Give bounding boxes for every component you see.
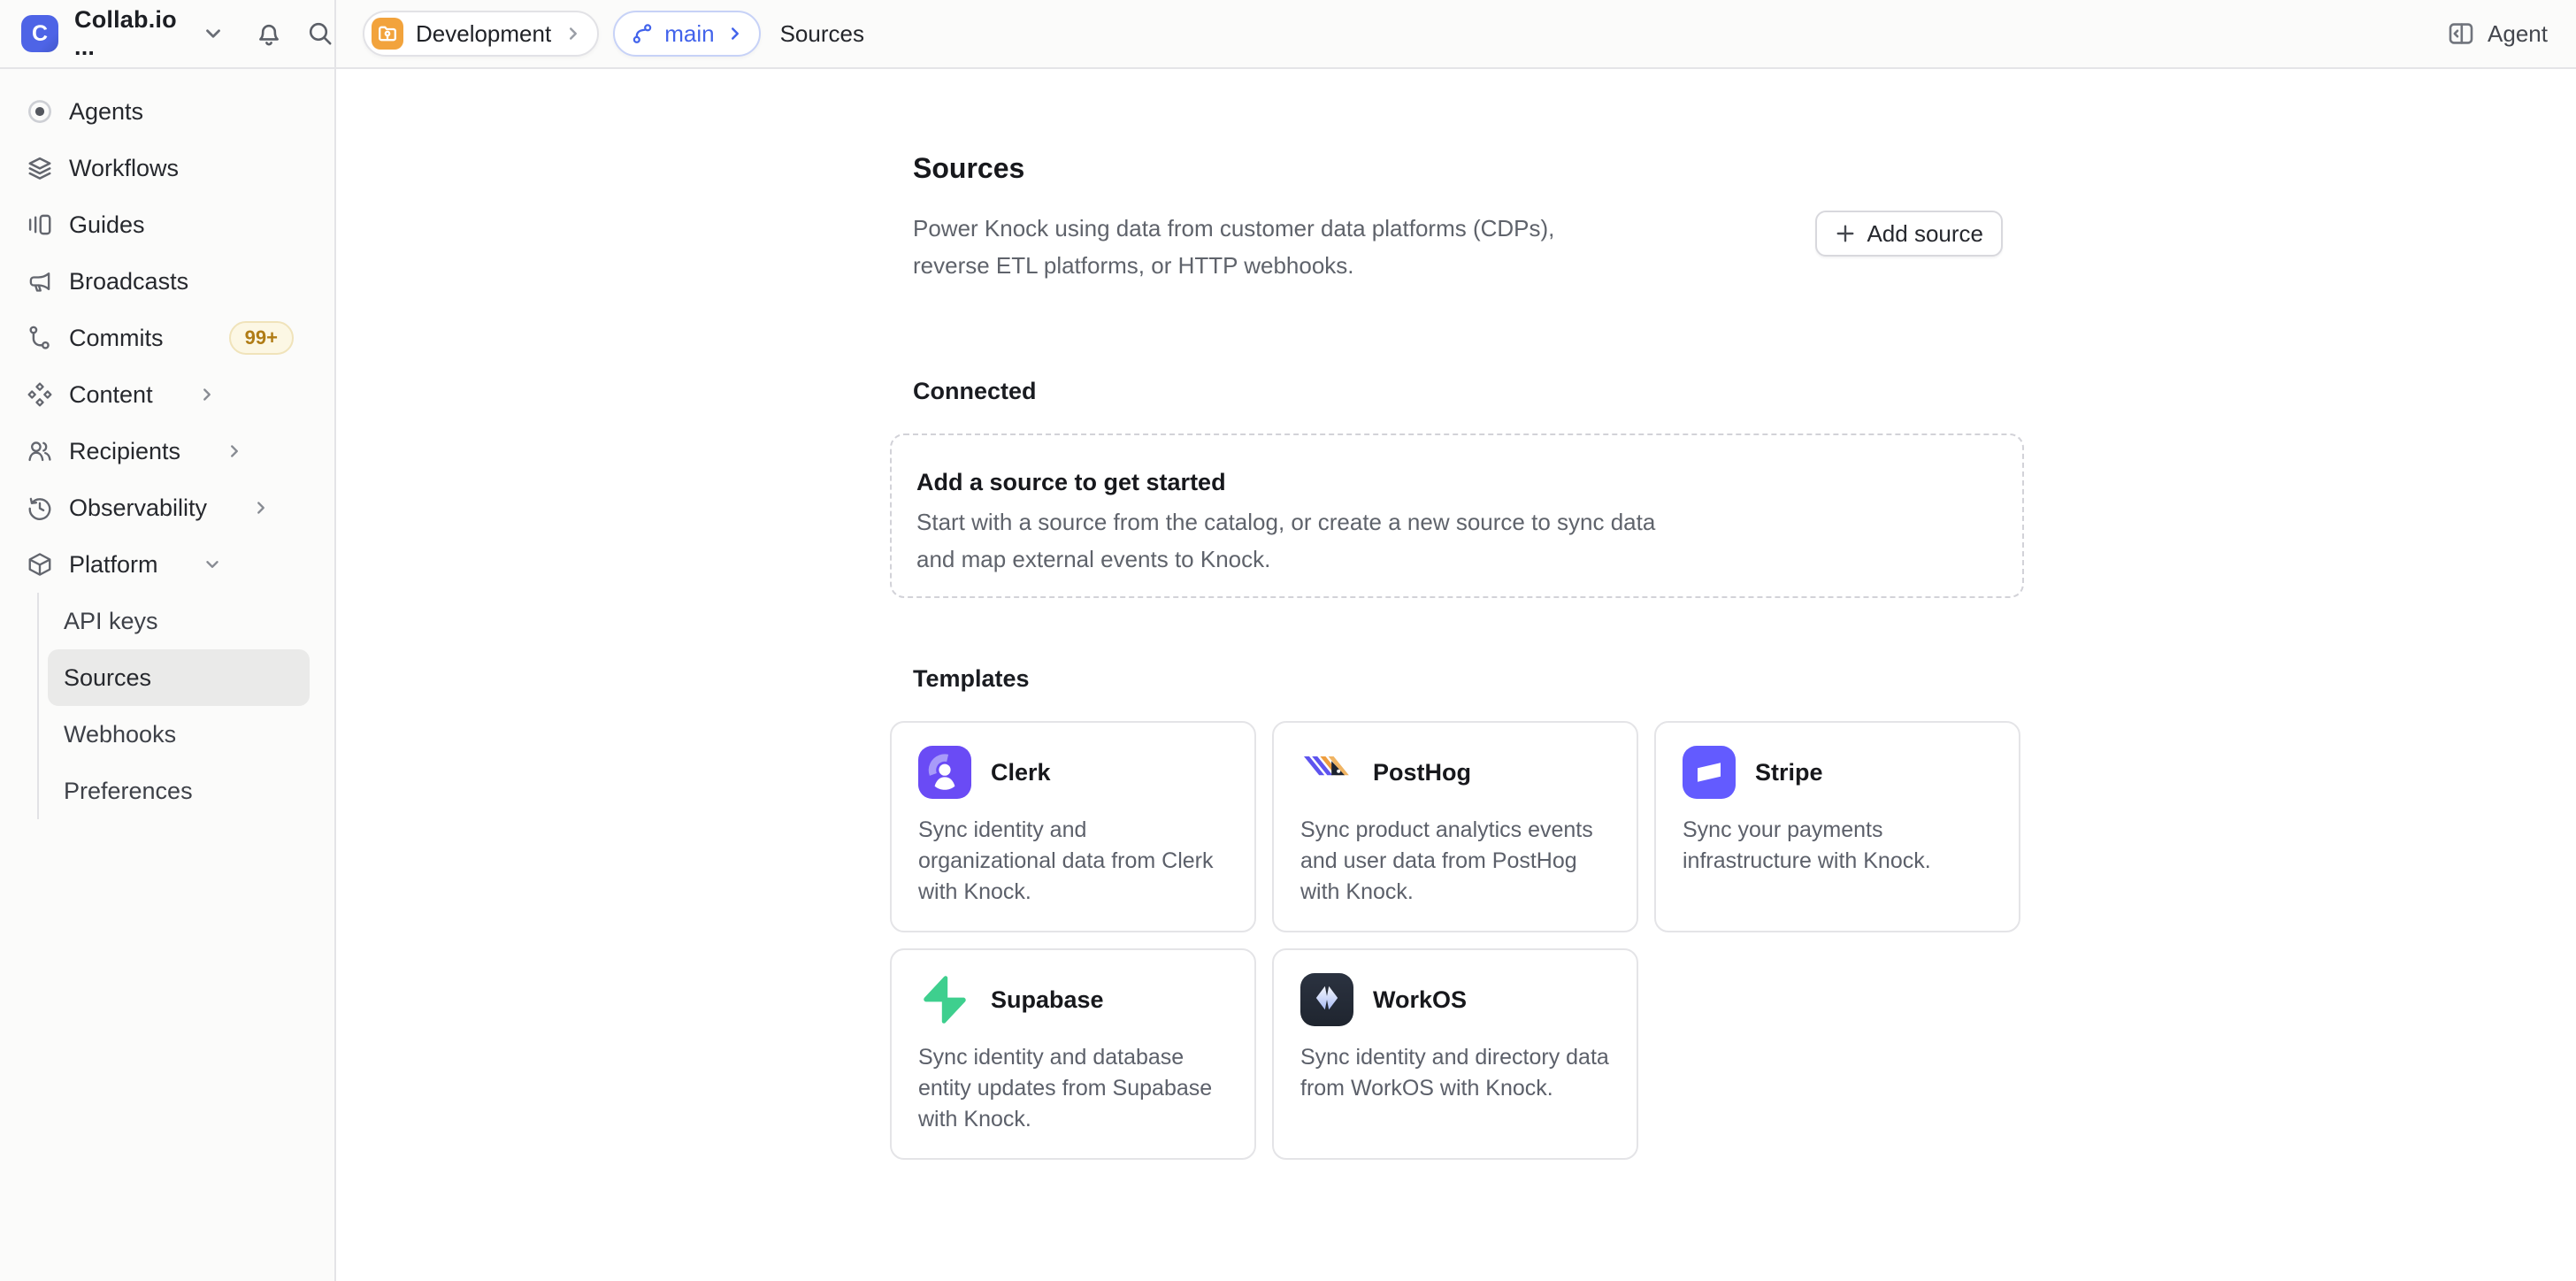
stripe-logo-icon xyxy=(1683,746,1736,799)
chevron-right-icon xyxy=(225,441,244,461)
sidebar-item-workflows[interactable]: Workflows xyxy=(14,140,320,196)
top-bar: Development main Sources Agent xyxy=(336,0,2576,69)
git-branch-icon xyxy=(631,22,654,45)
sidebar-item-content[interactable]: Content xyxy=(14,366,320,423)
template-card-clerk[interactable]: Clerk Sync identity and organizational d… xyxy=(890,721,1256,932)
connected-section-label: Connected xyxy=(890,378,2576,405)
plus-icon xyxy=(1835,223,1856,244)
megaphone-icon xyxy=(27,268,53,295)
sidebar-item-agents[interactable]: Agents xyxy=(14,83,320,140)
environment-switcher[interactable]: Development xyxy=(363,11,599,57)
posthog-logo-icon xyxy=(1300,746,1353,799)
card-title: Stripe xyxy=(1755,759,1823,786)
content-diamonds-icon xyxy=(27,381,53,408)
notifications-bell-icon[interactable] xyxy=(255,19,283,48)
clerk-logo-icon xyxy=(918,746,971,799)
agents-icon xyxy=(27,98,53,125)
workspace-logo: C xyxy=(21,15,58,52)
chevron-right-icon xyxy=(564,24,583,43)
environment-folder-icon xyxy=(372,18,403,50)
card-description: Sync identity and directory data from Wo… xyxy=(1300,1042,1610,1104)
panel-left-icon xyxy=(2447,19,2475,48)
template-card-supabase[interactable]: Supabase Sync identity and database enti… xyxy=(890,948,1256,1160)
main-panel: Sources Power Knock using data from cust… xyxy=(336,69,2576,1281)
guides-icon xyxy=(27,211,53,238)
workos-logo-icon xyxy=(1300,973,1353,1026)
agent-label: Agent xyxy=(2488,20,2548,48)
platform-subnav: API keys Sources Webhooks Preferences xyxy=(37,593,320,819)
chevron-right-icon xyxy=(725,24,745,43)
chevron-down-icon xyxy=(203,555,222,574)
connected-section: Connected Add a source to get started St… xyxy=(890,378,2576,598)
add-source-label: Add source xyxy=(1867,220,1983,248)
environment-name: Development xyxy=(416,20,551,48)
sidebar-item-api-keys[interactable]: API keys xyxy=(48,593,310,649)
card-title: WorkOS xyxy=(1373,986,1467,1014)
breadcrumb-page: Sources xyxy=(780,20,864,48)
empty-state-description: Start with a source from the catalog, or… xyxy=(916,503,1681,578)
app-window: C Collab.io ... Development main xyxy=(0,0,2576,1281)
branch-name: main xyxy=(664,20,714,48)
workspace-header: C Collab.io ... xyxy=(0,0,336,69)
sidebar-item-platform[interactable]: Platform xyxy=(14,536,320,593)
branch-switcher[interactable]: main xyxy=(613,11,760,57)
chevron-right-icon xyxy=(197,385,217,404)
card-title: Supabase xyxy=(991,986,1104,1014)
platform-package-icon xyxy=(27,551,53,578)
sidebar-item-commits[interactable]: Commits 99+ xyxy=(14,310,320,366)
card-description: Sync product analytics events and user d… xyxy=(1300,815,1610,908)
page-description: Power Knock using data from customer dat… xyxy=(890,210,1606,284)
supabase-logo-icon xyxy=(918,973,971,1026)
search-icon[interactable] xyxy=(306,19,334,48)
sidebar-item-guides[interactable]: Guides xyxy=(14,196,320,253)
card-description: Sync identity and organizational data fr… xyxy=(918,815,1228,908)
commits-branch-icon xyxy=(27,325,53,351)
sidebar-item-observability[interactable]: Observability xyxy=(14,479,320,536)
sidebar-item-sources[interactable]: Sources xyxy=(48,649,310,706)
sidebar-item-broadcasts[interactable]: Broadcasts xyxy=(14,253,320,310)
sidebar-item-recipients[interactable]: Recipients xyxy=(14,423,320,479)
card-description: Sync your payments infrastructure with K… xyxy=(1683,815,1992,877)
template-card-workos[interactable]: WorkOS Sync identity and directory data … xyxy=(1272,948,1638,1160)
empty-state-title: Add a source to get started xyxy=(916,469,2022,496)
agent-panel-button[interactable]: Agent xyxy=(2447,19,2548,48)
chevron-right-icon xyxy=(251,498,271,518)
sidebar-item-webhooks[interactable]: Webhooks xyxy=(48,706,310,763)
templates-section: Templates Clerk Sync identity and organi… xyxy=(890,665,2576,1160)
recipients-users-icon xyxy=(27,438,53,464)
sidebar-nav: Agents Workflows Guides Broadcasts Commi… xyxy=(0,69,336,1281)
template-card-posthog[interactable]: PostHog Sync product analytics events an… xyxy=(1272,721,1638,932)
page-title: Sources xyxy=(890,152,2024,185)
observability-history-icon xyxy=(27,495,53,521)
template-cards-grid: Clerk Sync identity and organizational d… xyxy=(890,721,2024,1160)
workflows-layers-icon xyxy=(27,155,53,181)
template-card-stripe[interactable]: Stripe Sync your payments infrastructure… xyxy=(1654,721,2020,932)
chevron-down-icon[interactable] xyxy=(202,22,225,45)
sidebar-item-preferences[interactable]: Preferences xyxy=(48,763,310,819)
card-title: Clerk xyxy=(991,759,1051,786)
workspace-name: Collab.io ... xyxy=(74,6,188,61)
card-title: PostHog xyxy=(1373,759,1471,786)
connected-empty-state: Add a source to get started Start with a… xyxy=(890,433,2024,598)
card-description: Sync identity and database entity update… xyxy=(918,1042,1228,1135)
add-source-button[interactable]: Add source xyxy=(1815,211,2003,257)
commits-count-badge: 99+ xyxy=(229,321,294,355)
templates-section-label: Templates xyxy=(890,665,2576,693)
